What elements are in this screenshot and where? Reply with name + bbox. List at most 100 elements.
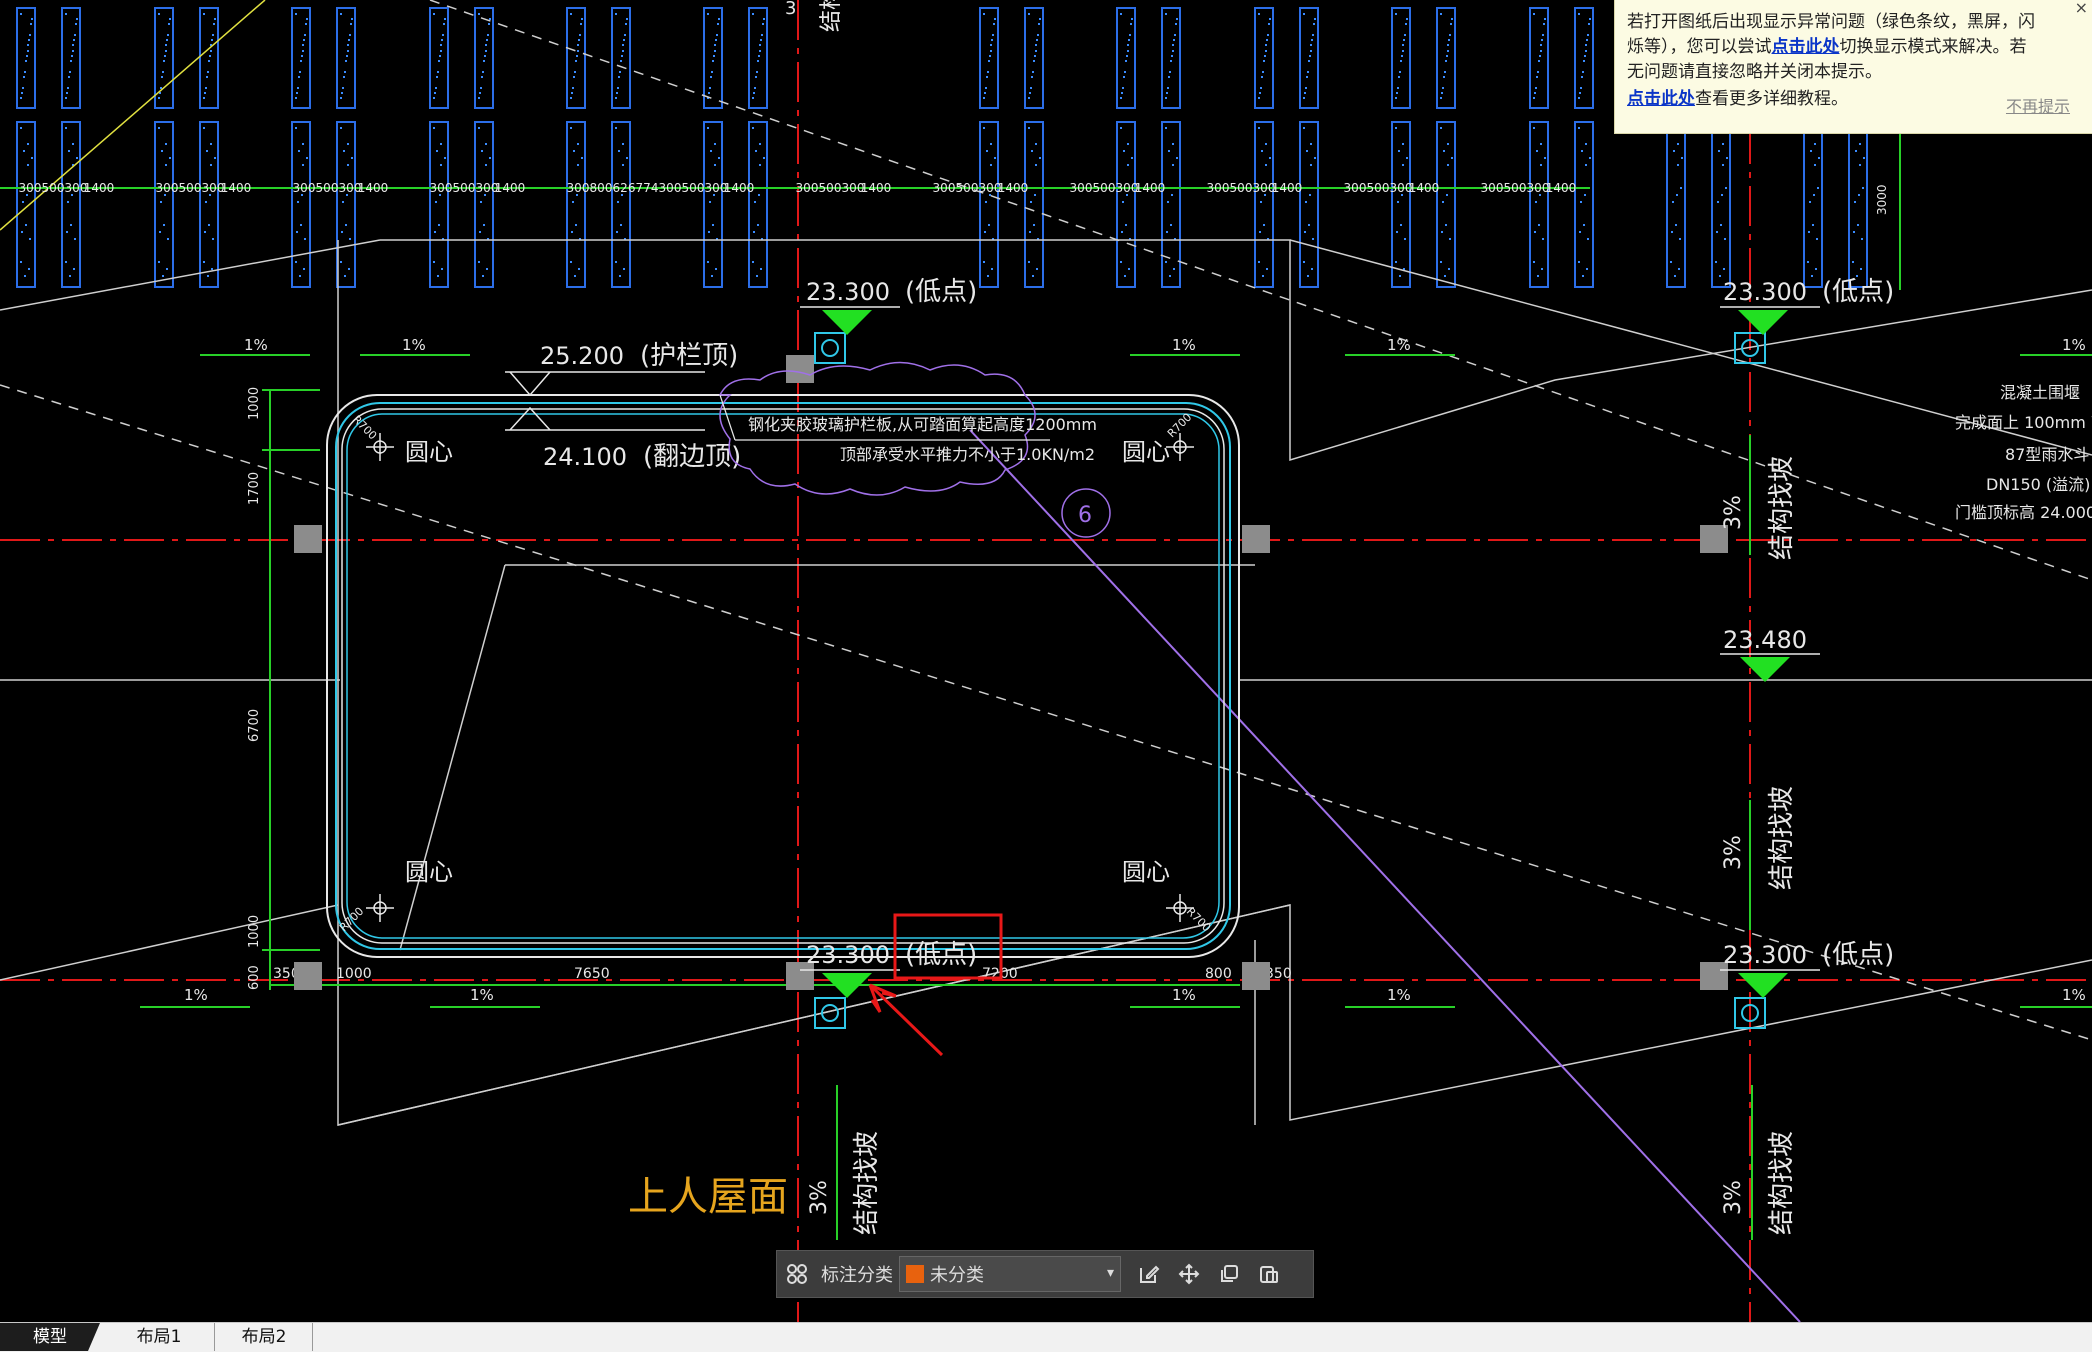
top-dim-label: 300 (796, 181, 819, 195)
notice-line-1: 若打开图纸后出现显示异常问题（绿色条纹，黑屏，闪 (1627, 12, 2035, 32)
svg-text:1%: 1% (1387, 336, 1411, 354)
svg-text:1%: 1% (1172, 336, 1196, 354)
category-select[interactable]: 未分类 ▾ (899, 1256, 1121, 1292)
svg-text:1000: 1000 (247, 915, 262, 948)
svg-text:钢化夹胶玻璃护栏板,从可踏面算起高度1200mm: 钢化夹胶玻璃护栏板,从可踏面算起高度1200mm (748, 415, 1097, 434)
top-dim-label: 500 (316, 181, 339, 195)
chevron-down-icon: ▾ (1106, 1265, 1114, 1281)
svg-text:3%: 3% (1721, 495, 1746, 530)
tab-layout-2[interactable]: 布局2 (216, 1323, 313, 1351)
top-dim-label: 500 (1093, 181, 1116, 195)
svg-text:1%: 1% (470, 986, 494, 1004)
svg-text:3%: 3% (1721, 835, 1746, 870)
svg-text:DN150 (溢流): DN150 (溢流) (1986, 475, 2090, 494)
slope-arrows (140, 354, 2092, 1240)
left-dim-line (262, 389, 320, 990)
svg-text:混凝土围堰: 混凝土围堰 (2000, 383, 2080, 402)
tutorial-link[interactable]: 点击此处 (1627, 89, 1695, 109)
svg-text:(低点): (低点) (1822, 940, 1894, 970)
top-dim-label: 500 (682, 181, 705, 195)
top-dim-label: 500 (956, 181, 979, 195)
category-color-swatch (906, 1265, 924, 1283)
top-dim-label: 300 (156, 181, 179, 195)
top-dim-label: 1400 (1272, 181, 1303, 195)
top-dim-label: 300 (933, 181, 956, 195)
top-dim-label: 1400 (1546, 181, 1577, 195)
top-dim-label: 1400 (724, 181, 755, 195)
top-dim-label: 500 (1230, 181, 1253, 195)
svg-text:24.100: 24.100 (543, 443, 627, 471)
top-dim-label: 500 (1367, 181, 1390, 195)
dont-show-again-link[interactable]: 不再提示 (2006, 94, 2070, 119)
struct-slope-labels: 结构找坡 结构找坡 结构找坡 结构找坡 (852, 456, 1797, 1235)
svg-text:顶部承受水平推力不小于1.0KN/m2: 顶部承受水平推力不小于1.0KN/m2 (840, 445, 1095, 464)
category-selected: 未分类 (930, 1265, 984, 1286)
top-dim-label: 626 (613, 181, 636, 195)
notice-line-3: 无问题请直接忽略并关闭本提示。 (1627, 62, 1882, 82)
top-dim-label: 500 (1504, 181, 1527, 195)
top-partial-text-2: 结构 (819, 0, 844, 32)
svg-text:23.300: 23.300 (806, 941, 890, 969)
svg-text:7650: 7650 (574, 966, 610, 982)
leader-line-purple (969, 429, 1801, 1323)
top-dim-label: 300 (659, 181, 682, 195)
markup-arrow[interactable] (868, 983, 944, 1057)
display-tip-notice: × 若打开图纸后出现显示异常问题（绿色条纹，黑屏，闪 烁等），您可以尝试点击此处… (1614, 0, 2092, 134)
top-dim-label: 500 (819, 181, 842, 195)
top-dim-label: 1400 (861, 181, 892, 195)
top-dim-label: 1400 (358, 181, 389, 195)
svg-text:3%: 3% (807, 1180, 832, 1215)
svg-text:1%: 1% (184, 986, 208, 1004)
svg-text:1700: 1700 (247, 472, 262, 505)
left-dims: 1000 1700 6700 1000 600 (247, 387, 262, 990)
svg-text:23.300: 23.300 (806, 278, 890, 306)
paste-icon[interactable] (1249, 1254, 1289, 1294)
top-dim-label: 300 (1344, 181, 1367, 195)
top-dim-label: 500 (179, 181, 202, 195)
top-dim-label: 800 (590, 181, 613, 195)
rail-labels: 25.200 (护栏顶) 24.100 (翻边顶) (540, 341, 741, 472)
center-marks (366, 433, 1194, 922)
top-dim-label: 300 (1481, 181, 1504, 195)
column-blocks (16, 7, 1868, 288)
svg-text:门槛顶标高 24.000: 门槛顶标高 24.000 (1955, 503, 2092, 522)
top-dim-label: 300 (1207, 181, 1230, 195)
slope-labels-1: 1% 1% 1% 1% 1% 1% 1% 1% 1% 1% (184, 336, 2086, 1004)
top-dim-label: 774 (636, 181, 659, 195)
top-dim-label: 500 (42, 181, 65, 195)
top-dim-label: 1400 (1409, 181, 1440, 195)
svg-text:25.200: 25.200 (540, 342, 624, 370)
svg-text:1%: 1% (2062, 336, 2086, 354)
svg-text:1%: 1% (402, 336, 426, 354)
close-icon[interactable]: × (2075, 0, 2088, 16)
right-notes: 混凝土围堰 完成面上 100mm 高 87型雨水斗 DN150 (溢流) 门槛顶… (1955, 383, 2092, 522)
top-dim-label: 300 (567, 181, 590, 195)
copy-icon[interactable] (1209, 1254, 1249, 1294)
svg-text:23.300: 23.300 (1723, 941, 1807, 969)
svg-text:1000: 1000 (336, 966, 372, 982)
move-icon[interactable] (1169, 1254, 1209, 1294)
svg-text:R700: R700 (1184, 905, 1213, 934)
grid-icon[interactable] (777, 1254, 817, 1294)
svg-text:(低点): (低点) (905, 277, 977, 307)
guardrail-outline (326, 394, 1240, 958)
svg-text:(翻边顶): (翻边顶) (643, 442, 741, 472)
top-dim-label: 1400 (1135, 181, 1166, 195)
svg-text:87型雨水斗: 87型雨水斗 (2005, 445, 2089, 464)
top-dim-label: 1400 (221, 181, 252, 195)
svg-text:结构找坡: 结构找坡 (1767, 786, 1797, 890)
top-dim-label: 1400 (84, 181, 115, 195)
center-labels: 圆心 圆心 圆心 圆心 (405, 438, 1170, 886)
elevation-markers (822, 310, 1790, 998)
top-dim-label: 1400 (495, 181, 526, 195)
tab-layout-1[interactable]: 布局1 (104, 1323, 215, 1351)
svg-text:(护栏顶): (护栏顶) (640, 341, 738, 371)
yellow-line (0, 0, 266, 231)
tab-model[interactable]: 模型 (0, 1323, 100, 1351)
svg-text:1%: 1% (244, 336, 268, 354)
svg-text:3%: 3% (1721, 1180, 1746, 1215)
layout-tab-bar: 模型 布局1 布局2 (0, 1322, 2092, 1352)
cad-drawing-canvas[interactable]: 300 500 300 1400 300 500 300 1400 300 500 300 1400 3… (0, 0, 2092, 1323)
switch-mode-link[interactable]: 点击此处 (1772, 37, 1840, 57)
edit-icon[interactable] (1129, 1254, 1169, 1294)
